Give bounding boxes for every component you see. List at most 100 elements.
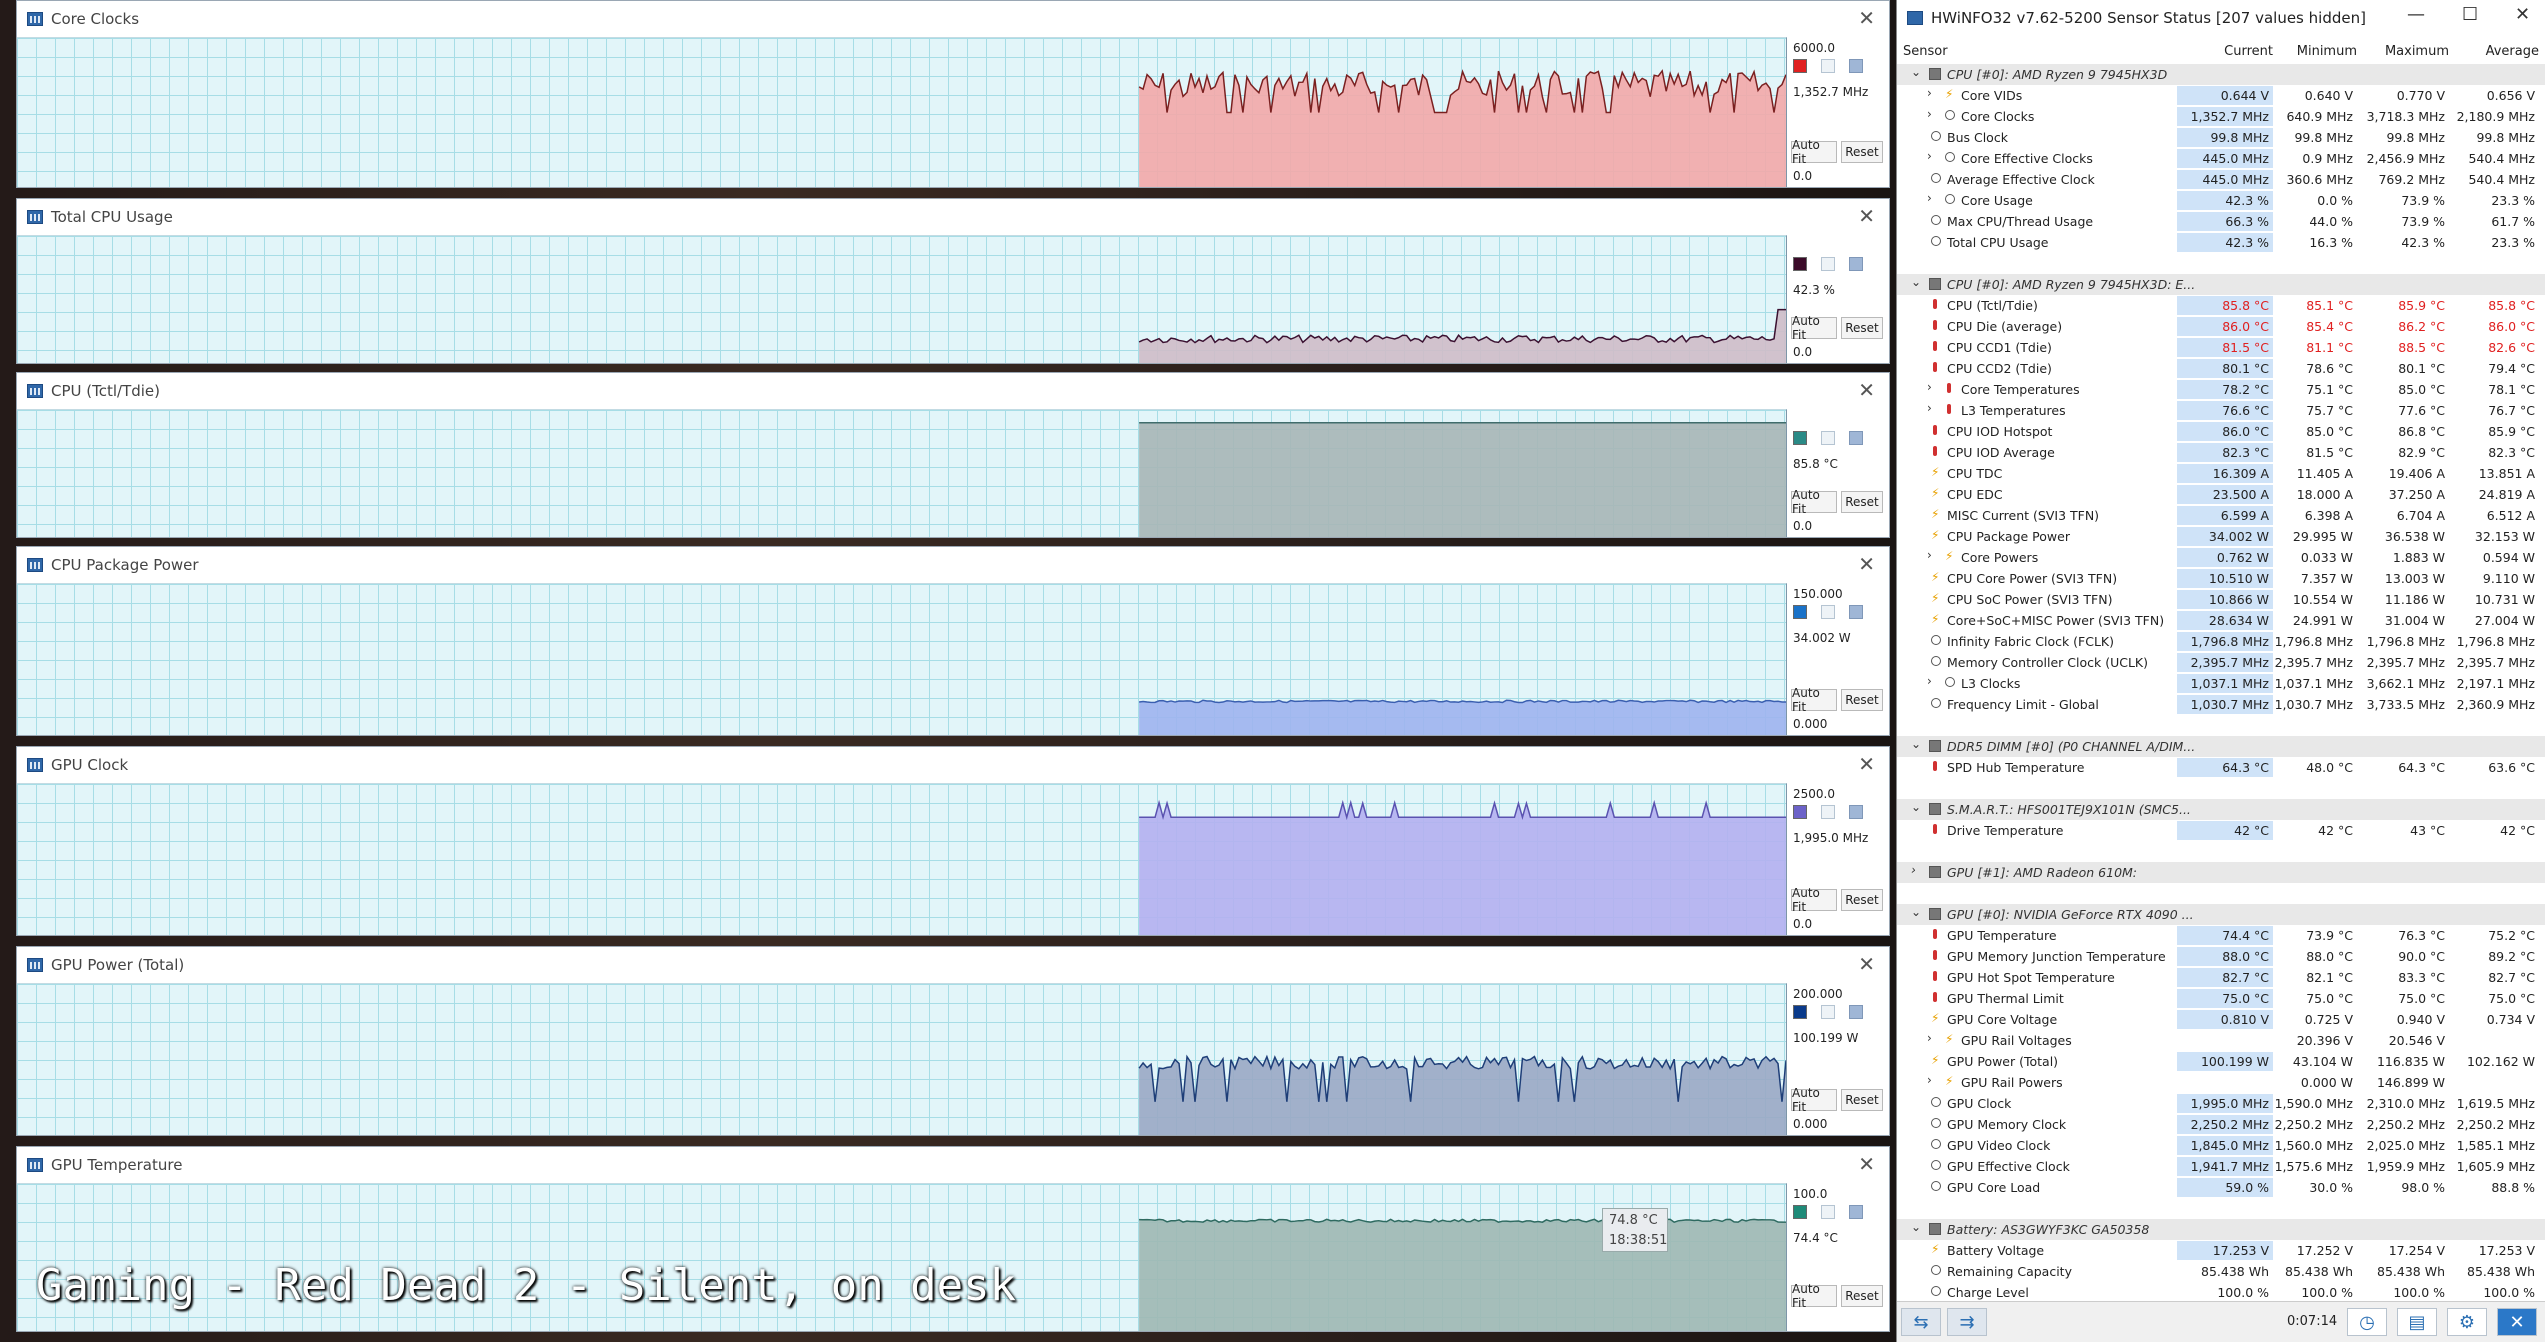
graph-window[interactable]: GPU Power (Total) ✕ 200.000 100.199 W Au… bbox=[16, 946, 1890, 1136]
sensor-row[interactable]: CPU CCD1 (Tdie) 81.5 °C 81.1 °C 88.5 °C 82.6… bbox=[1897, 337, 2545, 358]
close-icon[interactable]: ✕ bbox=[2515, 4, 2530, 25]
graph-plot[interactable] bbox=[17, 583, 1787, 735]
reset-button[interactable]: Reset bbox=[1841, 141, 1883, 163]
sensor-row[interactable]: GPU Clock 1,995.0 MHz 1,590.0 MHz 2,310.0 M… bbox=[1897, 1093, 2545, 1114]
sensor-row[interactable]: › ⚡ Core VIDs 0.644 V 0.640 V 0.770 V 0.656 V bbox=[1897, 85, 2545, 106]
graph-titlebar[interactable]: GPU Temperature ✕ bbox=[17, 1147, 1889, 1183]
autofit-button[interactable]: Auto Fit bbox=[1791, 488, 1837, 516]
graph-plot[interactable] bbox=[17, 409, 1787, 537]
chevron-down-icon[interactable]: ⌄ bbox=[1911, 275, 1921, 289]
close-icon[interactable]: ✕ bbox=[1858, 6, 1875, 30]
sensor-row[interactable]: CPU (Tctl/Tdie) 85.8 °C 85.1 °C 85.9 °C 85.8… bbox=[1897, 295, 2545, 316]
graph-option-swatch[interactable] bbox=[1849, 605, 1863, 619]
column-minimum[interactable]: Minimum bbox=[2273, 44, 2357, 59]
sensor-row[interactable]: GPU Thermal Limit 75.0 °C 75.0 °C 75.0 °C 75… bbox=[1897, 988, 2545, 1009]
autofit-button[interactable]: Auto Fit bbox=[1791, 686, 1837, 714]
chevron-right-icon[interactable]: › bbox=[1927, 548, 1932, 562]
close-icon[interactable]: ✕ bbox=[1858, 378, 1875, 402]
sensor-row[interactable]: CPU IOD Hotspot 86.0 °C 85.0 °C 86.8 °C 85.9… bbox=[1897, 421, 2545, 442]
sensor-group-row[interactable]: › GPU [#1]: AMD Radeon 610M: bbox=[1897, 862, 2545, 883]
graph-option-swatch[interactable] bbox=[1821, 257, 1835, 271]
minimize-icon[interactable]: — bbox=[2407, 4, 2425, 25]
sensor-row[interactable]: › ⚡ Core Powers 0.762 W 0.033 W 1.883 W 0.594 … bbox=[1897, 547, 2545, 568]
graph-option-swatch[interactable] bbox=[1849, 257, 1863, 271]
sensor-row[interactable]: Average Effective Clock 445.0 MHz 360.6 MH… bbox=[1897, 169, 2545, 190]
graph-color-swatch[interactable] bbox=[1793, 1005, 1807, 1019]
graph-option-swatch[interactable] bbox=[1821, 431, 1835, 445]
reset-button[interactable]: Reset bbox=[1841, 491, 1883, 513]
sensor-row[interactable]: GPU Core Load 59.0 % 30.0 % 98.0 % 88.8 % bbox=[1897, 1177, 2545, 1198]
sensor-row[interactable]: › L3 Clocks 1,037.1 MHz 1,037.1 MHz 3,662.1 … bbox=[1897, 673, 2545, 694]
column-current[interactable]: Current bbox=[2177, 44, 2273, 59]
sensor-row[interactable]: ⚡ GPU Power (Total) 100.199 W 43.104 W 116.8… bbox=[1897, 1051, 2545, 1072]
graph-plot[interactable] bbox=[17, 235, 1787, 363]
autofit-button[interactable]: Auto Fit bbox=[1791, 1282, 1837, 1310]
reset-button[interactable]: Reset bbox=[1841, 889, 1883, 911]
sensor-row[interactable]: Bus Clock 99.8 MHz 99.8 MHz 99.8 MHz 99.8 MH… bbox=[1897, 127, 2545, 148]
graph-option-swatch[interactable] bbox=[1821, 59, 1835, 73]
graph-color-swatch[interactable] bbox=[1793, 805, 1807, 819]
chevron-right-icon[interactable]: › bbox=[1927, 86, 1932, 100]
chevron-right-icon[interactable]: › bbox=[1927, 401, 1932, 415]
sensor-row[interactable]: ⚡ CPU SoC Power (SVI3 TFN) 10.866 W 10.554 … bbox=[1897, 589, 2545, 610]
graph-titlebar[interactable]: Total CPU Usage ✕ bbox=[17, 199, 1889, 235]
graph-titlebar[interactable]: Core Clocks ✕ bbox=[17, 1, 1889, 37]
sensor-row[interactable]: Remaining Capacity 85.438 Wh 85.438 Wh 85.4… bbox=[1897, 1261, 2545, 1282]
graph-titlebar[interactable]: CPU Package Power ✕ bbox=[17, 547, 1889, 583]
graph-option-swatch[interactable] bbox=[1849, 431, 1863, 445]
graph-color-swatch[interactable] bbox=[1793, 257, 1807, 271]
sensor-row[interactable]: ⚡ Core+SoC+MISC Power (SVI3 TFN) 28.634 W 2… bbox=[1897, 610, 2545, 631]
sensor-row[interactable]: ⚡ CPU TDC 16.309 A 11.405 A 19.406 A 13.851 A bbox=[1897, 463, 2545, 484]
sensor-row[interactable]: CPU IOD Average 82.3 °C 81.5 °C 82.9 °C 82.3… bbox=[1897, 442, 2545, 463]
graph-plot[interactable] bbox=[17, 783, 1787, 935]
sensor-row[interactable]: › ⚡ GPU Rail Powers 0.000 W 146.899 W bbox=[1897, 1072, 2545, 1093]
close-icon[interactable]: ✕ bbox=[1858, 752, 1875, 776]
chevron-right-icon[interactable]: › bbox=[1927, 674, 1932, 688]
close-icon[interactable]: ✕ bbox=[1858, 1152, 1875, 1176]
sensor-row[interactable]: ⚡ CPU Core Power (SVI3 TFN) 10.510 W 7.357 … bbox=[1897, 568, 2545, 589]
graph-option-swatch[interactable] bbox=[1821, 805, 1835, 819]
sensor-row[interactable]: Total CPU Usage 42.3 % 16.3 % 42.3 % 23.3 % bbox=[1897, 232, 2545, 253]
sensor-row[interactable]: CPU Die (average) 86.0 °C 85.4 °C 86.2 °C 86… bbox=[1897, 316, 2545, 337]
graph-color-swatch[interactable] bbox=[1793, 59, 1807, 73]
sensor-group-row[interactable]: ⌄ Battery: AS3GWYF3KC GA50358 bbox=[1897, 1219, 2545, 1240]
graph-window[interactable]: Total CPU Usage ✕ 42.3 % Auto Fit Reset … bbox=[16, 198, 1890, 364]
reset-button[interactable]: Reset bbox=[1841, 689, 1883, 711]
sensor-row[interactable]: › Core Temperatures 78.2 °C 75.1 °C 85.0 °C 7… bbox=[1897, 379, 2545, 400]
sensor-row[interactable]: GPU Memory Clock 2,250.2 MHz 2,250.2 MHz 2,… bbox=[1897, 1114, 2545, 1135]
chevron-down-icon[interactable]: ⌄ bbox=[1911, 65, 1921, 79]
graph-titlebar[interactable]: CPU (Tctl/Tdie) ✕ bbox=[17, 373, 1889, 409]
chevron-right-icon[interactable]: › bbox=[1927, 380, 1932, 394]
sensor-row[interactable]: ⚡ Battery Voltage 17.253 V 17.252 V 17.254 V… bbox=[1897, 1240, 2545, 1261]
sensor-group-row[interactable]: ⌄ DDR5 DIMM [#0] (P0 CHANNEL A/DIM... bbox=[1897, 736, 2545, 757]
sensor-row[interactable]: Drive Temperature 42 °C 42 °C 43 °C 42 °C bbox=[1897, 820, 2545, 841]
graph-option-swatch[interactable] bbox=[1849, 805, 1863, 819]
sensor-list[interactable]: ⌄ CPU [#0]: AMD Ryzen 9 7945HX3D › ⚡ Core V… bbox=[1897, 64, 2545, 1302]
hwinfo-titlebar[interactable]: HWiNFO32 v7.62-5200 Sensor Status [207 v… bbox=[1897, 0, 2545, 36]
sensor-group-row[interactable]: ⌄ GPU [#0]: NVIDIA GeForce RTX 4090 ... bbox=[1897, 904, 2545, 925]
graph-titlebar[interactable]: GPU Power (Total) ✕ bbox=[17, 947, 1889, 983]
sensor-group-row[interactable]: ⌄ CPU [#0]: AMD Ryzen 9 7945HX3D: E... bbox=[1897, 274, 2545, 295]
clock-icon[interactable]: ◷ bbox=[2347, 1308, 2387, 1336]
sensor-row[interactable]: Charge Level 100.0 % 100.0 % 100.0 % 100.0 % bbox=[1897, 1282, 2545, 1302]
nav-right-icon[interactable]: ⇉ bbox=[1947, 1308, 1987, 1336]
sensor-row[interactable]: Infinity Fabric Clock (FCLK) 1,796.8 MHz 1… bbox=[1897, 631, 2545, 652]
chevron-down-icon[interactable]: ⌄ bbox=[1911, 800, 1921, 814]
autofit-button[interactable]: Auto Fit bbox=[1791, 314, 1837, 342]
graph-color-swatch[interactable] bbox=[1793, 605, 1807, 619]
sensor-row[interactable]: Memory Controller Clock (UCLK) 2,395.7 MH… bbox=[1897, 652, 2545, 673]
close-icon[interactable]: ✕ bbox=[1858, 204, 1875, 228]
sensor-row[interactable]: ⚡ CPU EDC 23.500 A 18.000 A 37.250 A 24.819 A bbox=[1897, 484, 2545, 505]
sensor-row[interactable]: Max CPU/Thread Usage 66.3 % 44.0 % 73.9 % 61… bbox=[1897, 211, 2545, 232]
sensor-row[interactable]: GPU Video Clock 1,845.0 MHz 1,560.0 MHz 2,0… bbox=[1897, 1135, 2545, 1156]
sensor-row[interactable]: › Core Clocks 1,352.7 MHz 640.9 MHz 3,718.3 … bbox=[1897, 106, 2545, 127]
graph-plot[interactable] bbox=[17, 37, 1787, 187]
graph-window[interactable]: GPU Clock ✕ 2500.0 1,995.0 MHz Auto Fit … bbox=[16, 746, 1890, 936]
sensor-row[interactable]: GPU Temperature 74.4 °C 73.9 °C 76.3 °C 75.2… bbox=[1897, 925, 2545, 946]
close-icon[interactable]: ✕ bbox=[1858, 952, 1875, 976]
exit-icon[interactable]: ✕ bbox=[2497, 1308, 2537, 1336]
sensor-row[interactable]: ⚡ MISC Current (SVI3 TFN) 6.599 A 6.398 A 6.… bbox=[1897, 505, 2545, 526]
sensor-row[interactable]: › ⚡ GPU Rail Voltages 20.396 V 20.546 V bbox=[1897, 1030, 2545, 1051]
chevron-right-icon[interactable]: › bbox=[1927, 1073, 1932, 1087]
sensor-group-row[interactable]: ⌄ CPU [#0]: AMD Ryzen 9 7945HX3D bbox=[1897, 64, 2545, 85]
